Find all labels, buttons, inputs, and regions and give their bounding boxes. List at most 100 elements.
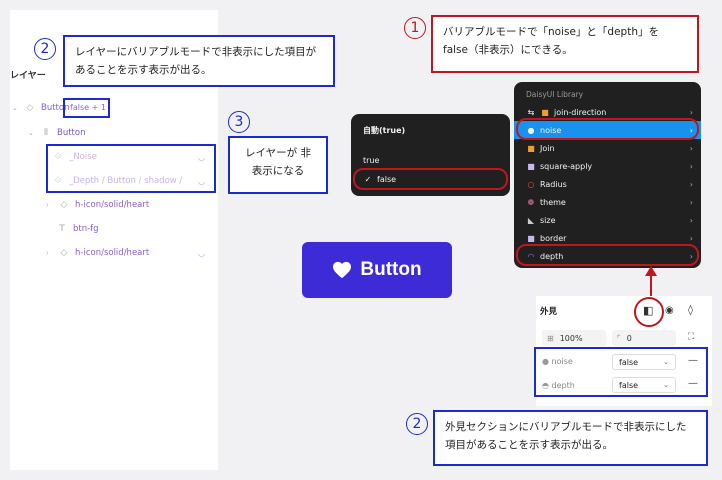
layers-title: レイヤー (10, 71, 46, 81)
square-icon: ■ (527, 233, 535, 243)
depth-select[interactable]: false ⌄ (612, 377, 676, 393)
select-value: false (619, 380, 639, 390)
layer-row-hidden[interactable]: ⟐ _Depth / Button / shadow / (52, 176, 182, 186)
menu-item-label: true (363, 155, 380, 165)
instance-icon: ⟐ (54, 152, 62, 162)
radius-value: 0 (626, 333, 632, 343)
component-icon: ◇ (26, 103, 34, 113)
prop-name: noise (551, 357, 573, 366)
noise-select[interactable]: false ⌄ (612, 354, 676, 370)
shadow-icon: ◓ (542, 381, 549, 390)
step-number-3: 3 (228, 111, 250, 133)
callout-layers-indicator: レイヤーにバリアブルモードで非表示にした項目があることを示す表示が出る。 (63, 35, 335, 87)
menu-item-label: square-apply (540, 161, 593, 171)
highlight-depth (516, 244, 699, 266)
chevron-right-icon: › (689, 161, 693, 171)
remove-icon[interactable]: — (688, 355, 698, 366)
instance-icon: ⟐ (54, 176, 62, 186)
menu-item-label: join-direction (554, 107, 607, 117)
step-number-1: 1 (404, 17, 426, 39)
opacity-icon: ⊞ (547, 333, 554, 343)
menu-item-label: border (540, 233, 567, 243)
layer-row[interactable]: T btn-fg (56, 224, 99, 234)
prop-label-noise: ● noise (542, 357, 573, 366)
menu-item-label: 自動(true) (363, 125, 406, 135)
layer-row-hidden[interactable]: ⟐ _Noise (52, 152, 97, 162)
chevron-down-icon: ⌄ (663, 358, 669, 366)
drop-icon[interactable]: ◊ (688, 305, 693, 316)
eye-icon[interactable]: ◉ (665, 305, 674, 316)
highlight-false-option (353, 168, 508, 190)
square-icon: ■ (527, 161, 535, 171)
library-item-size[interactable]: ◣ size › (514, 211, 701, 229)
heart-icon (333, 261, 352, 279)
layer-label: h-icon/solid/heart (75, 248, 150, 258)
layer-label: _Noise (69, 152, 97, 162)
chevron-right-icon[interactable]: › (46, 201, 54, 209)
highlight-noise (516, 118, 699, 140)
chevron-right-icon[interactable]: › (46, 249, 54, 257)
layer-row[interactable]: › ◇ h-icon/solid/heart (46, 200, 149, 210)
chevron-down-icon[interactable]: ⌄ (12, 104, 20, 112)
library-item-radius[interactable]: ○ Radius › (514, 175, 701, 193)
chevron-down-icon[interactable]: ⌄ (28, 129, 36, 137)
step-number-2: 2 (406, 413, 428, 435)
radius-field[interactable]: ⌜ 0 (612, 330, 676, 346)
menu-item-label: Radius (540, 179, 567, 189)
hidden-variable-badge: false + 1 (70, 103, 106, 112)
arrows-icon: ⇆ (527, 107, 535, 117)
menu-item-label: size (540, 215, 556, 225)
frame-icon: ⫴ (44, 128, 48, 138)
layer-row-root[interactable]: ⌄ ◇ Button (12, 103, 69, 113)
preview-button-label: Button (360, 259, 422, 280)
chevron-right-icon: › (689, 143, 693, 153)
layer-row[interactable]: ⌄ ⫴ Button (28, 128, 85, 138)
chevron-right-icon: › (689, 197, 693, 207)
chevron-right-icon: › (689, 179, 693, 189)
eye-closed-icon[interactable]: ◡ (198, 249, 205, 258)
library-item-square-apply[interactable]: ■ square-apply › (514, 157, 701, 175)
layer-label: btn-fg (73, 224, 99, 234)
component-icon: ◇ (60, 248, 68, 258)
opacity-field[interactable]: ⊞ 100% (542, 330, 606, 346)
ruler-icon: ◣ (527, 215, 535, 225)
dot-icon: ● (542, 357, 549, 366)
menu-item-label: theme (540, 197, 566, 207)
library-menu: DaisyUI Library ⇆ ■ join-direction › ● noi… (514, 82, 701, 268)
expand-corners-icon[interactable]: ⛶ (688, 332, 694, 342)
chevron-right-icon: › (689, 107, 693, 117)
square-icon: ■ (541, 107, 549, 117)
library-item-theme[interactable]: ❁ theme › (514, 193, 701, 211)
chevron-right-icon: › (689, 215, 693, 225)
corner-radius-icon: ⌜ (617, 333, 621, 343)
callout-appearance-indicator: 外見セクションにバリアブルモードで非表示にした項目があることを示す表示が出る。 (433, 410, 708, 466)
component-icon: ◇ (60, 200, 68, 210)
layer-label: Button (57, 128, 86, 138)
square-icon: ■ (527, 143, 535, 153)
menu-item-label: Join (540, 143, 555, 153)
text-icon: T (59, 224, 65, 234)
callout-variable-mode: バリアブルモードで「noise」と「depth」を false（非表示）にできる… (431, 15, 699, 73)
library-title: DaisyUI Library (526, 90, 584, 99)
preview-button[interactable]: Button (302, 242, 452, 298)
remove-icon[interactable]: — (688, 378, 698, 389)
mode-option-auto[interactable]: 自動(true) (351, 121, 510, 139)
layer-row[interactable]: › ◇ h-icon/solid/heart (46, 248, 149, 258)
arrow-up-icon (645, 266, 657, 300)
variable-mode-icon[interactable]: ◧ (643, 304, 653, 317)
step-number-2: 2 (34, 38, 56, 60)
eye-closed-icon[interactable]: ◡ (198, 153, 205, 162)
layer-label: _Depth / Button / shadow / (69, 176, 183, 186)
library-item-join[interactable]: ■ Join › (514, 139, 701, 157)
eye-closed-icon[interactable]: ◡ (198, 177, 205, 186)
palette-icon: ❁ (527, 197, 535, 207)
chevron-right-icon: › (689, 233, 693, 243)
layer-label: h-icon/solid/heart (75, 200, 150, 210)
prop-label-depth: ◓ depth (542, 381, 575, 390)
chevron-down-icon: ⌄ (663, 381, 669, 389)
prop-name: depth (551, 381, 575, 390)
select-value: false (619, 357, 639, 367)
mode-option-true[interactable]: true (351, 151, 510, 169)
opacity-value: 100% (559, 333, 583, 343)
appearance-title: 外見 (540, 307, 558, 317)
